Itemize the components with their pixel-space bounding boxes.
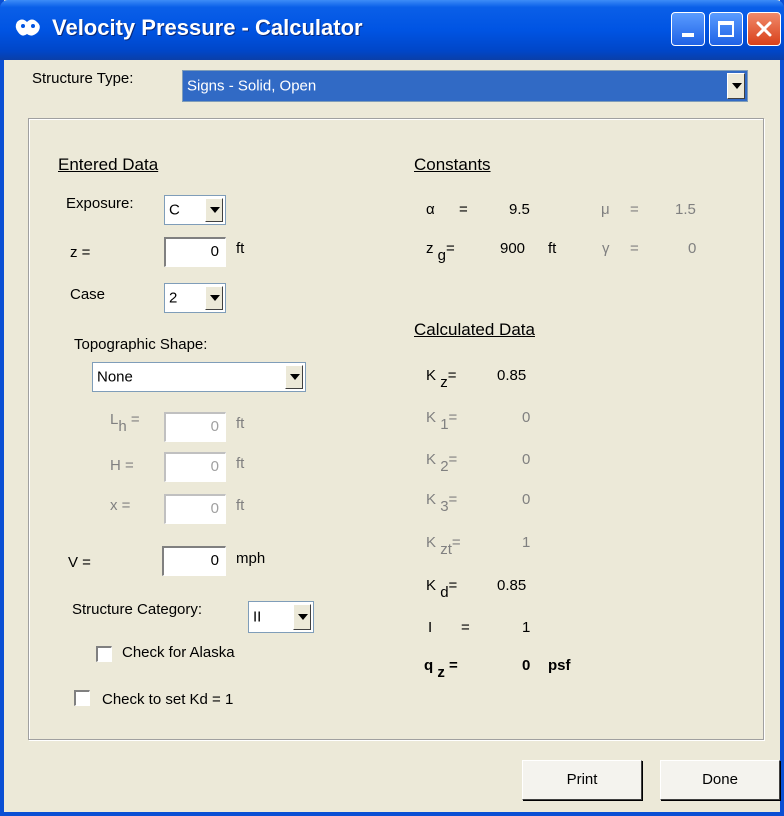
z-unit: ft xyxy=(236,240,245,257)
k3-value: 0 xyxy=(522,491,531,508)
lh-unit: ft xyxy=(236,415,245,432)
app-icon xyxy=(15,19,40,36)
k2-value: 0 xyxy=(522,451,531,468)
k1-value: 0 xyxy=(522,409,531,426)
chevron-down-icon[interactable] xyxy=(293,604,311,630)
structure-category-value: II xyxy=(253,608,262,626)
qz-unit: psf xyxy=(548,657,571,674)
kz-label: K z= xyxy=(426,367,457,391)
h-input[interactable]: 0 xyxy=(164,452,226,482)
v-input[interactable]: 0 xyxy=(162,546,226,576)
alpha-symbol: α xyxy=(426,201,435,218)
k2-label: K 2= xyxy=(426,451,458,475)
structure-category-select[interactable]: II xyxy=(248,601,314,633)
constants-heading: Constants xyxy=(414,155,491,174)
mu-symbol: μ xyxy=(601,201,610,218)
exposure-select[interactable]: C xyxy=(164,195,226,225)
k1-label: K 1= xyxy=(426,409,458,433)
minimize-icon xyxy=(682,33,694,37)
structure-category-label: Structure Category: xyxy=(72,601,203,618)
topographic-shape-select[interactable]: None xyxy=(92,362,306,392)
alaska-checkbox[interactable] xyxy=(96,646,112,662)
kd-value: 0.85 xyxy=(497,577,527,594)
structure-type-select[interactable]: Signs - Solid, Open xyxy=(182,70,748,102)
chevron-down-icon[interactable] xyxy=(285,365,303,389)
alaska-checkbox-label[interactable]: Check for Alaska xyxy=(122,644,235,661)
x-input[interactable]: 0 xyxy=(164,494,226,524)
structure-type-label: Structure Type: xyxy=(32,70,134,87)
i-eq: = xyxy=(461,619,470,636)
minimize-button[interactable] xyxy=(671,12,705,46)
done-button[interactable]: Done xyxy=(660,760,780,800)
chevron-down-icon[interactable] xyxy=(727,73,745,99)
kd-label: K d= xyxy=(426,577,458,601)
chevron-down-icon[interactable] xyxy=(205,286,223,310)
structure-type-value: Signs - Solid, Open xyxy=(187,77,317,95)
maximize-button[interactable] xyxy=(709,12,743,46)
k3-label: K 3= xyxy=(426,491,458,515)
entered-data-heading: Entered Data xyxy=(58,155,159,174)
lh-input[interactable]: 0 xyxy=(164,412,226,442)
v-label: V = xyxy=(68,554,91,571)
topographic-shape-label: Topographic Shape: xyxy=(74,336,208,353)
mu-value: 1.5 xyxy=(675,201,696,218)
kzt-label: K zt= xyxy=(426,534,461,558)
kd-equals-1-checkbox-label[interactable]: Check to set Kd = 1 xyxy=(102,691,233,708)
zg-unit: ft xyxy=(548,240,557,257)
exposure-label: Exposure: xyxy=(66,195,134,212)
kd-equals-1-checkbox[interactable] xyxy=(74,690,90,706)
i-label: I xyxy=(428,619,433,636)
title-bar[interactable]: Velocity Pressure - Calculator xyxy=(0,0,784,60)
h-label: H = xyxy=(110,457,134,474)
zg-value: 900 xyxy=(500,240,526,257)
x-label: x = xyxy=(110,497,131,514)
z-label: z = xyxy=(70,244,91,261)
close-icon xyxy=(756,21,772,37)
x-unit: ft xyxy=(236,497,245,514)
case-value: 2 xyxy=(169,289,178,307)
v-unit: mph xyxy=(236,550,266,567)
zg-label: z g= xyxy=(426,240,455,264)
maximize-icon xyxy=(718,21,734,37)
qz-label: q z = xyxy=(424,657,458,681)
kz-value: 0.85 xyxy=(497,367,527,384)
kzt-value: 1 xyxy=(522,534,531,551)
gamma-value: 0 xyxy=(688,240,697,257)
gamma-symbol: γ xyxy=(602,240,610,257)
mu-eq: = xyxy=(630,201,639,218)
calculated-data-heading: Calculated Data xyxy=(414,320,535,339)
case-label: Case xyxy=(70,286,106,303)
exposure-value: C xyxy=(169,201,180,219)
alpha-value: 9.5 xyxy=(509,201,530,218)
chevron-down-icon[interactable] xyxy=(205,198,223,222)
print-button[interactable]: Print xyxy=(522,760,642,800)
lh-label: Lh = xyxy=(110,411,140,435)
velocity-pressure-window: Velocity Pressure - Calculator Structure… xyxy=(0,0,784,816)
case-select[interactable]: 2 xyxy=(164,283,226,313)
topographic-shape-value: None xyxy=(97,368,133,386)
gamma-eq: = xyxy=(630,240,639,257)
window-title: Velocity Pressure - Calculator xyxy=(52,15,363,40)
h-unit: ft xyxy=(236,455,245,472)
z-input[interactable]: 0 xyxy=(164,237,226,267)
alpha-eq: = xyxy=(459,201,468,218)
qz-value: 0 xyxy=(522,657,531,674)
close-button[interactable] xyxy=(747,12,781,46)
i-value: 1 xyxy=(522,619,531,636)
